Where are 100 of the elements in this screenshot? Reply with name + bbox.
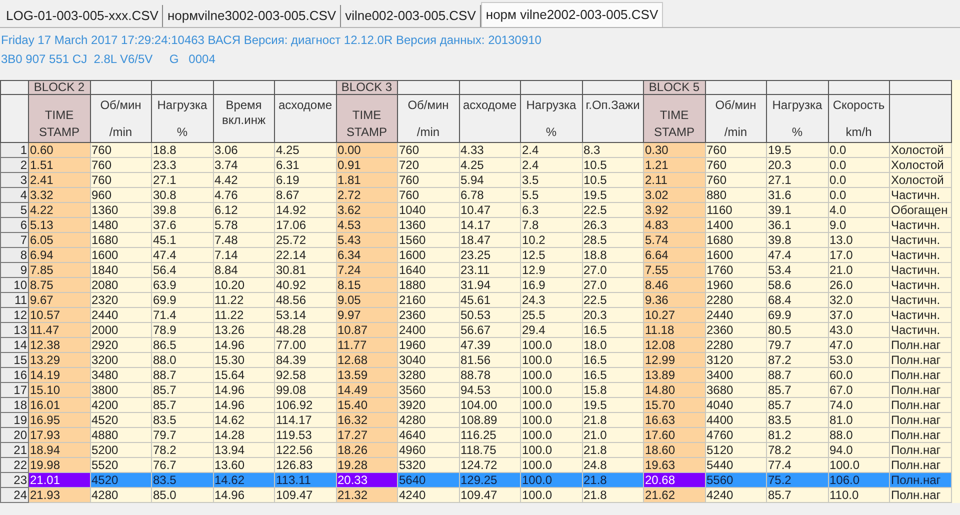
info-text: 3B0 907 551 CJ 2.8L V6/5V G 0004 (1, 51, 216, 68)
table-cell: 1600 (705, 248, 766, 262)
table-cell: 27.1 (152, 172, 213, 188)
table-cell: 53.4 (766, 262, 828, 278)
unit-label: % (176, 124, 188, 140)
table-cell: 880 (705, 188, 766, 202)
row-header[interactable]: 14 (0, 338, 28, 352)
table-cell: 104.00 (459, 398, 520, 412)
table-cell: 100.0 (520, 398, 582, 412)
status-cell: Полн.наг (890, 428, 951, 442)
row-header[interactable]: 5 (0, 202, 28, 218)
table-cell: 27.1 (766, 172, 828, 188)
table-cell: 5520 (90, 458, 152, 472)
row-header[interactable]: 20 (0, 428, 28, 442)
table-cell: 2360 (705, 322, 766, 338)
table-cell: 79.7 (152, 428, 213, 442)
timestamp-cell: 20.68 (644, 472, 705, 488)
table-cell: 1400 (705, 218, 766, 232)
table-cell: 77.4 (766, 458, 828, 472)
row-header[interactable]: 17 (0, 382, 28, 398)
table-cell: 39.1 (766, 202, 828, 218)
timestamp-cell: 0.00 (336, 142, 398, 158)
table-cell: 100.0 (520, 338, 582, 352)
table-cell: 4960 (398, 442, 459, 458)
timestamp-cell: 5.43 (336, 232, 398, 248)
table-cell: 85.7 (766, 398, 828, 412)
timestamp-cell: 10.57 (28, 308, 90, 322)
table-cell: 4760 (705, 428, 766, 442)
row-header[interactable]: 16 (0, 368, 28, 382)
table-cell: 760 (90, 142, 152, 158)
table-cell: 88.7 (152, 368, 213, 382)
row-header[interactable]: 15 (0, 352, 28, 368)
row-header[interactable]: 3 (0, 172, 28, 188)
table-cell: 116.25 (459, 428, 520, 442)
row-header[interactable]: 24 (0, 488, 28, 502)
table-cell: 2280 (705, 292, 766, 308)
table-cell: 760 (90, 172, 152, 188)
row-header[interactable]: 11 (0, 292, 28, 308)
table-cell: 74.0 (828, 398, 890, 412)
timestamp-cell: 9.36 (644, 292, 705, 308)
row-header[interactable]: 6 (0, 218, 28, 232)
row-header[interactable]: 13 (0, 322, 28, 338)
table-cell: 126.83 (274, 458, 336, 472)
table-cell: 760 (398, 188, 459, 202)
table-cell: 9.0 (828, 218, 890, 232)
timestamp-cell: 3.32 (28, 188, 90, 202)
row-header[interactable]: 19 (0, 412, 28, 428)
status-cell: Частичн. (890, 322, 951, 338)
table-cell: 5440 (705, 458, 766, 472)
table-cell: 29.4 (520, 322, 582, 338)
row-header[interactable]: 18 (0, 398, 28, 412)
table-cell: 108.89 (459, 412, 520, 428)
status-cell: Холостой (890, 158, 951, 172)
table-cell: 1840 (90, 262, 152, 278)
table-cell: 48.28 (274, 322, 336, 338)
row-header[interactable]: 1 (0, 142, 28, 158)
table-cell: 10.2 (520, 232, 582, 248)
timestamp-cell: 15.70 (644, 398, 705, 412)
row-header[interactable]: 7 (0, 232, 28, 248)
status-cell: Полн.наг (890, 488, 951, 502)
table-cell: 17.0 (828, 248, 890, 262)
table-cell: 56.4 (152, 262, 213, 278)
timestamp-cell: 12.68 (336, 352, 398, 368)
row-header[interactable]: 21 (0, 442, 28, 458)
timestamp-cell: 0.30 (644, 142, 705, 158)
table-cell: 37.0 (828, 308, 890, 322)
status-cell: Полн.наг (890, 458, 951, 472)
timestamp-cell: 3.02 (644, 188, 705, 202)
column-header: TIME STAMP (653, 107, 696, 141)
table-cell: 2360 (398, 308, 459, 322)
row-header[interactable]: 9 (0, 262, 28, 278)
table-cell: 2400 (398, 322, 459, 338)
row-header[interactable]: 23 (0, 472, 28, 488)
row-header[interactable]: 4 (0, 188, 28, 202)
table-cell: 14.62 (213, 412, 274, 428)
table-cell: 3920 (398, 398, 459, 412)
status-cell: Полн.наг (890, 368, 951, 382)
timestamp-cell: 19.28 (336, 458, 398, 472)
column-header: Нагрузка (526, 98, 576, 113)
table-cell: 114.17 (274, 412, 336, 428)
row-header[interactable]: 12 (0, 308, 28, 322)
table-cell: 7.14 (213, 248, 274, 262)
table-cell: 2440 (705, 308, 766, 322)
table-cell: 2920 (90, 338, 152, 352)
row-header[interactable]: 22 (0, 458, 28, 472)
table-cell: 11.22 (213, 308, 274, 322)
column-header: Нагрузка (772, 98, 822, 113)
table-cell: 87.2 (766, 352, 828, 368)
row-header[interactable]: 10 (0, 278, 28, 292)
row-header[interactable]: 8 (0, 248, 28, 262)
table-cell: 4040 (705, 398, 766, 412)
table-cell: 31.6 (766, 188, 828, 202)
table-cell: 6.3 (520, 202, 582, 218)
row-header[interactable]: 2 (0, 158, 28, 172)
table-cell: 25.72 (274, 232, 336, 248)
column-header: Время вкл.инж (221, 98, 266, 128)
table-cell: 20.3 (766, 158, 828, 172)
table-cell: 19.5 (766, 142, 828, 158)
timestamp-cell: 9.67 (28, 292, 90, 308)
file-tab[interactable]: норм vilne2002-003-005.CSV (480, 2, 664, 27)
